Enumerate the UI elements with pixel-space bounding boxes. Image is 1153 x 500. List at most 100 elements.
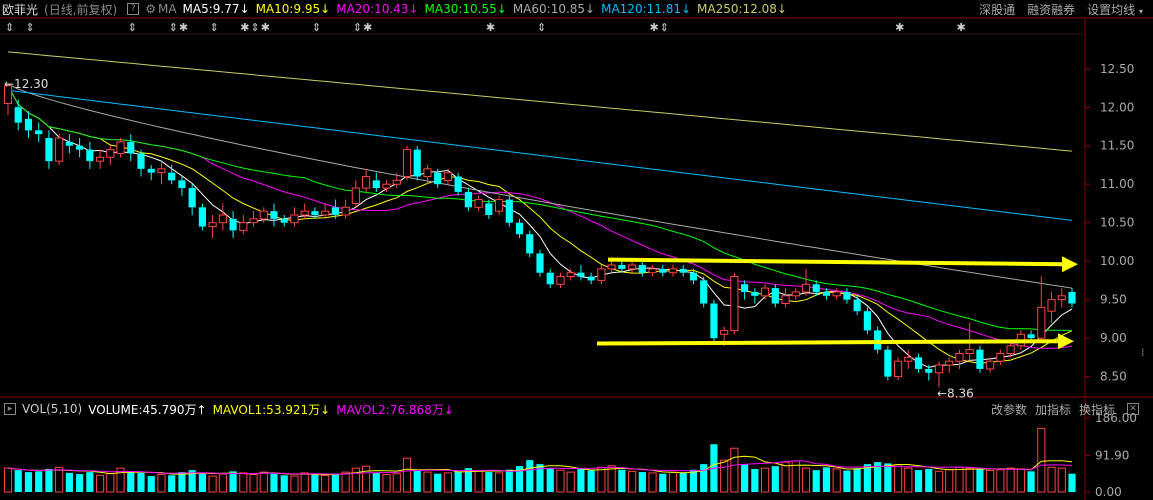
grid-lines [0, 17, 1153, 500]
candle-body [874, 330, 882, 350]
volume-bar [76, 474, 84, 492]
candle-body [321, 210, 330, 216]
candle-body [474, 199, 483, 208]
volume-bar [392, 473, 401, 493]
volume-bar [730, 447, 739, 493]
candle-body [208, 222, 217, 228]
volume-bar [270, 473, 278, 492]
candle-body [270, 211, 278, 219]
event-marker: ⇕ [537, 21, 546, 34]
volume-bar [720, 459, 729, 493]
volume-bar [618, 469, 626, 492]
candle-body [556, 276, 565, 285]
volume-bar [526, 460, 534, 492]
candle-body [505, 199, 513, 223]
event-marker: ⇕ [25, 21, 34, 34]
candle-body [781, 295, 790, 305]
vol-collapse-icon[interactable]: ▸ [4, 403, 16, 415]
mavol1-arrow: ↓ [320, 402, 331, 417]
volume-bar [168, 475, 176, 492]
price-axis: 12.50 12.00 11.50 11.00 10.50 10.00 9.50 9.00 8.… [1085, 62, 1145, 499]
candle-body [382, 183, 391, 189]
volume-bar [413, 470, 421, 492]
volume-tick-label: 91.90 [1095, 448, 1129, 462]
volume-bar [485, 472, 493, 492]
candle-body [361, 176, 371, 189]
candle-body [832, 291, 841, 297]
volume-bar [505, 469, 513, 492]
vol-label[interactable]: VOL(5,10) [22, 402, 82, 416]
volume-bar [648, 472, 657, 493]
candle-body [648, 268, 657, 274]
candle-body [863, 311, 871, 331]
price-tick-label: 9.00 [1100, 331, 1127, 345]
candle-body [413, 149, 421, 177]
candle-body [55, 137, 64, 162]
volume-arrow: ↑ [196, 402, 207, 417]
price-tick-label: 12.50 [1100, 62, 1134, 76]
candle-body [229, 218, 237, 231]
close-panel-icon[interactable]: ✕ [1127, 403, 1139, 415]
mavol2-value: MAVOL2:76.868万↓ [336, 401, 454, 418]
event-marker: ⇕ [312, 21, 321, 34]
candle-body [771, 288, 779, 304]
candle-body [791, 291, 800, 297]
candle-body [392, 179, 401, 185]
volume-bar [341, 471, 350, 493]
candle-body [372, 180, 380, 189]
volume-bar [1047, 466, 1056, 493]
volume-bar [914, 470, 923, 492]
link-switch-indicator[interactable]: 换指标 [1079, 401, 1115, 418]
volume-bar [198, 473, 206, 492]
volume-bar [249, 473, 258, 493]
volume-bar [566, 471, 575, 493]
volume-header: ▸ VOL(5,10) VOLUME:45.790万↑ MAVOL1:53.92… [0, 400, 1153, 418]
volume-bar [95, 474, 105, 493]
high-price-label: ←12.30 [4, 77, 48, 91]
volume-bar [741, 464, 749, 492]
event-marker: ⇕ [251, 21, 260, 34]
candle-body [893, 360, 903, 378]
scroll-handle-icon: ⁞ [1141, 346, 1145, 359]
volume-bar [843, 470, 851, 492]
candle-body [965, 349, 974, 355]
volume-bar [86, 472, 94, 492]
ma5-line [7, 85, 1073, 368]
volume-bar [546, 468, 554, 492]
volume-bar [638, 472, 646, 492]
ma30-line [7, 85, 1073, 332]
event-marker: ✱ [261, 21, 270, 34]
volume-bar [434, 473, 442, 492]
volume-bar [801, 467, 811, 493]
support-arrow-shaft [596, 339, 1061, 346]
volume-bar [208, 475, 217, 493]
candle-body [65, 141, 73, 146]
candle-body [986, 360, 995, 370]
candle-body [341, 206, 350, 216]
link-edit-params[interactable]: 改参数 [991, 401, 1027, 418]
volume-bar [996, 469, 1005, 493]
volume-bar [822, 467, 831, 492]
volume-bar [494, 472, 504, 493]
candle-body [24, 118, 33, 131]
candle-body [443, 172, 453, 181]
volume-bar [884, 463, 892, 492]
mavol2-text: MAVOL2:76.868万 [336, 402, 444, 417]
candle-body [290, 214, 299, 224]
candle-body [914, 357, 923, 369]
volume-bar [311, 474, 319, 492]
volume-bar [351, 467, 360, 493]
candle-body [955, 353, 964, 362]
volume-bar [689, 469, 698, 492]
volume-bar [976, 468, 984, 492]
volume-bar [1057, 467, 1066, 493]
volume-bar [1016, 468, 1025, 493]
candle-body [526, 234, 534, 254]
volume-bar [893, 464, 903, 493]
event-marker: ⇕ [5, 21, 14, 34]
volume-bar [1006, 467, 1015, 493]
volume-bar [3, 467, 13, 493]
volume-bar [934, 470, 944, 493]
event-marker: ✱ [363, 21, 372, 34]
link-add-indicator[interactable]: 加指标 [1035, 401, 1071, 418]
